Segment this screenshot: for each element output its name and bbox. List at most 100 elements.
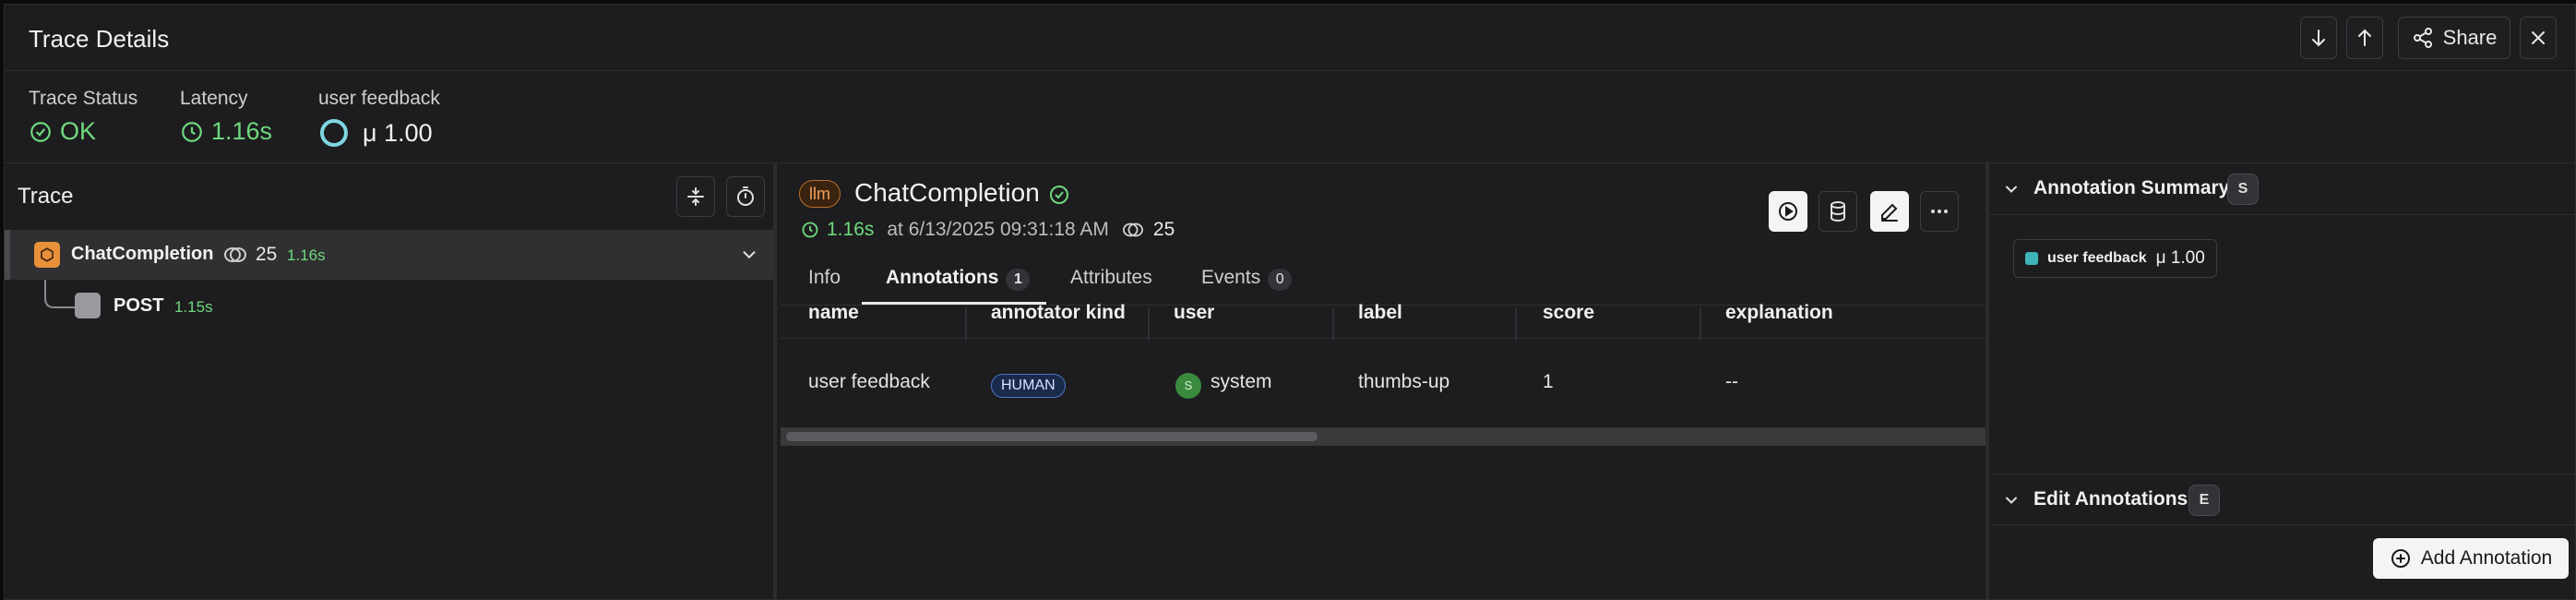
- share-button[interactable]: Share: [2398, 17, 2510, 59]
- arrow-down-icon: [2312, 30, 2325, 47]
- scrollbar-thumb[interactable]: [786, 432, 1318, 441]
- chip-annotation-name: user feedback: [2047, 250, 2147, 266]
- edit-annotations-header[interactable]: Edit Annotations E: [1989, 474, 2575, 525]
- stat-value: μ 1.00: [318, 117, 440, 149]
- annotation-summary-title: Annotation Summary: [2033, 177, 2230, 198]
- selected-indicator: [5, 230, 10, 280]
- stat-value: 1.16s: [180, 117, 272, 146]
- shortcut-key-badge: S: [2227, 174, 2259, 205]
- status-ok-icon: [1050, 186, 1068, 204]
- column-divider: [965, 307, 967, 341]
- stopwatch-icon: [737, 186, 754, 206]
- share-icon: [2413, 28, 2432, 48]
- page-title: Trace Details: [29, 25, 170, 53]
- score-ring-icon: [320, 119, 348, 147]
- cell-score: 1: [1543, 371, 1554, 392]
- user-feedback-value: μ 1.00: [363, 118, 433, 147]
- collapse-vertical-icon: [687, 187, 704, 206]
- stat-value: OK: [29, 117, 137, 146]
- stat-label: user feedback: [318, 88, 440, 109]
- next-trace-button[interactable]: [2300, 17, 2337, 59]
- header-bar: Trace Details Share: [5, 5, 2575, 71]
- unknown-span-icon: [75, 293, 101, 318]
- timing-toggle-button[interactable]: [726, 176, 765, 217]
- clock-icon: [802, 222, 818, 238]
- edit-annotations-title: Edit Annotations: [2033, 488, 2188, 510]
- tab-attributes[interactable]: Attributes: [1070, 267, 1152, 289]
- shortcut-key-badge: E: [2188, 485, 2220, 516]
- check-circle-icon: [30, 121, 51, 142]
- tab-events[interactable]: Events 0: [1201, 267, 1293, 291]
- cell-name: user feedback: [808, 371, 930, 392]
- stat-label: Trace Status: [29, 88, 138, 109]
- add-annotation-label: Add Annotation: [2420, 547, 2553, 569]
- column-header-label[interactable]: label: [1358, 302, 1402, 324]
- database-icon: [1831, 201, 1845, 222]
- pencil-icon: [1881, 203, 1898, 222]
- chip-annotation-value: μ 1.00: [2155, 248, 2205, 268]
- span-token-count: 25: [1152, 219, 1175, 240]
- share-label: Share: [2442, 26, 2498, 49]
- chevron-down-icon: [2006, 186, 2017, 193]
- table-row[interactable]: user feedback HUMAN S system thumbs-up 1…: [781, 339, 1986, 411]
- llm-span-icon: [34, 242, 60, 268]
- add-to-dataset-button[interactable]: [1819, 191, 1857, 232]
- column-header-user[interactable]: user: [1174, 302, 1214, 324]
- avatar: S: [1175, 373, 1201, 399]
- cell-label: thumbs-up: [1358, 371, 1450, 392]
- add-annotation-button[interactable]: Add Annotation: [2373, 538, 2569, 579]
- stat-latency: Latency 1.16s: [180, 88, 272, 146]
- span-meta-row: 1.16s at 6/13/2025 09:31:18 AM 25: [801, 219, 1175, 241]
- annotation-summary-header[interactable]: Annotation Summary S: [1989, 163, 2575, 215]
- stat-user-feedback: user feedback μ 1.00: [318, 88, 440, 149]
- stat-label: Latency: [180, 88, 248, 109]
- column-divider: [1148, 307, 1150, 341]
- tab-annotations[interactable]: Annotations 1: [886, 267, 1031, 291]
- span-latency: 1.16s: [287, 246, 326, 264]
- span-timestamp: at 6/13/2025 09:31:18 AM: [887, 219, 1109, 240]
- trace-stats: Trace Status OK Latency 1.16s user feedb…: [5, 71, 2575, 163]
- span-row-post[interactable]: POST 1.15s: [5, 280, 773, 331]
- token-icon: [1122, 222, 1143, 237]
- cell-explanation: --: [1725, 371, 1738, 392]
- chevron-down-icon[interactable]: [739, 245, 759, 265]
- annotations-sidebar: Annotation Summary S user feedback μ 1.0…: [1986, 163, 2575, 599]
- span-details-panel: llm ChatCompletion 1.16s at 6/13/2025 09…: [781, 163, 1986, 599]
- collapse-all-button[interactable]: [676, 176, 715, 217]
- playground-button[interactable]: [1769, 191, 1807, 232]
- column-header-explanation[interactable]: explanation: [1725, 302, 1833, 324]
- span-row-chatcompletion[interactable]: ChatCompletion 25 1.16s: [5, 230, 773, 280]
- span-kind-badge: llm: [799, 180, 841, 208]
- span-name: POST: [113, 295, 164, 316]
- tab-label: Annotations: [886, 267, 999, 288]
- span-latency: 1.16s: [827, 219, 875, 240]
- column-header-annotator-kind[interactable]: annotator kind: [991, 302, 1126, 324]
- annotation-summary-chip: user feedback μ 1.00: [2013, 239, 2217, 278]
- play-circle-icon: [1779, 202, 1797, 221]
- token-icon: [224, 247, 246, 262]
- plus-circle-icon: [2391, 549, 2410, 568]
- span-name: ChatCompletion: [71, 244, 214, 264]
- trace-details-window: Trace Details Share Trace Status OK Late…: [4, 4, 2576, 600]
- annotate-button[interactable]: [1870, 191, 1909, 232]
- more-horizontal-icon: [1931, 210, 1948, 213]
- column-header-name[interactable]: name: [808, 302, 859, 324]
- column-header-score[interactable]: score: [1543, 302, 1594, 324]
- tab-label: Events: [1201, 267, 1261, 288]
- column-divider: [1699, 307, 1701, 341]
- column-divider: [1515, 307, 1517, 341]
- more-options-button[interactable]: [1920, 191, 1959, 232]
- span-latency: 1.15s: [174, 298, 213, 316]
- tab-info[interactable]: Info: [808, 267, 841, 289]
- tab-label: Attributes: [1070, 267, 1152, 288]
- close-button[interactable]: [2520, 17, 2557, 59]
- cell-user: system: [1210, 371, 1272, 392]
- previous-trace-button[interactable]: [2346, 17, 2383, 59]
- latency-value: 1.16s: [211, 117, 273, 145]
- horizontal-scrollbar[interactable]: [781, 427, 1986, 446]
- close-icon: [2532, 31, 2545, 44]
- column-divider: [1332, 307, 1334, 341]
- trace-status-value: OK: [60, 117, 97, 145]
- chevron-down-icon: [2006, 497, 2017, 504]
- tab-label: Info: [808, 267, 841, 288]
